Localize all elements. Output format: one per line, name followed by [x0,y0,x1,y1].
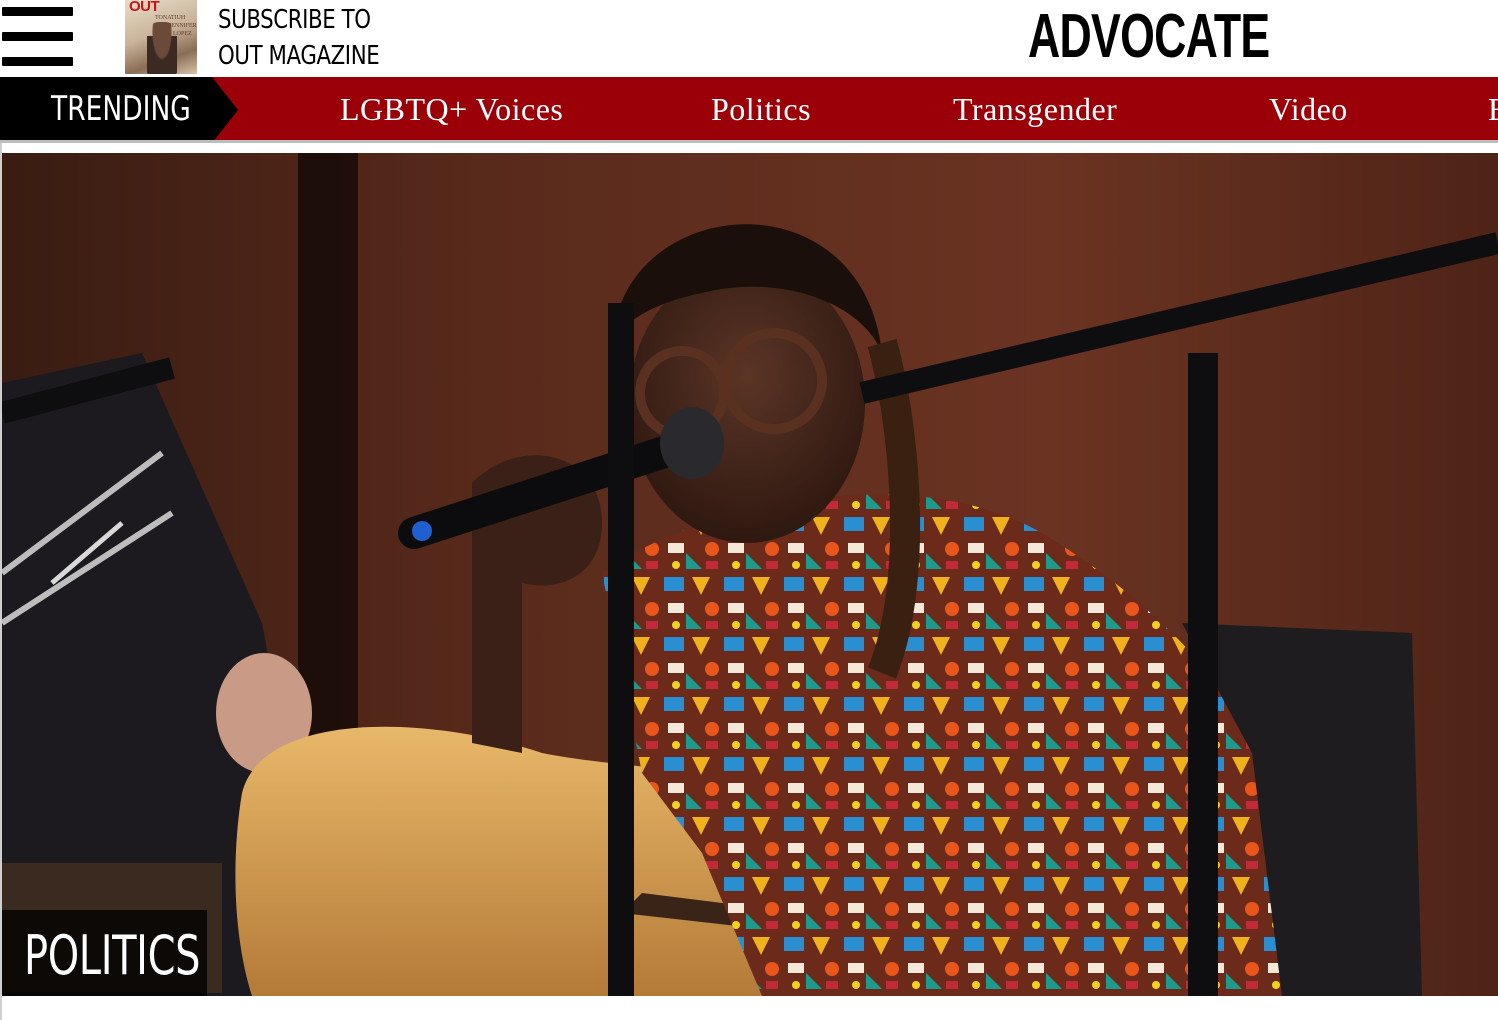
main-nav: TRENDING LGBTQ+ Voices Politics Transgen… [0,77,1498,143]
trending-tag: TRENDING [0,77,238,140]
site-header: OUT TONATIUH JENNIFER LOPEZ SUBSCRIBE TO… [0,0,1498,77]
cover-line: LOPEZ [173,31,192,37]
trending-label: TRENDING [51,89,191,129]
nav-item-politics[interactable]: Politics [711,90,811,128]
subscribe-line: SUBSCRIBE TO [218,5,371,35]
magazine-cover-thumbnail[interactable]: OUT TONATIUH JENNIFER LOPEZ [125,0,197,74]
cover-logo: OUT [129,0,160,15]
menu-bar [2,57,73,66]
cover-line: JENNIFER [169,23,197,29]
hero-photo-illustration [2,153,1498,996]
nav-item-transgender[interactable]: Transgender [953,90,1117,128]
category-badge[interactable]: POLITICS [2,910,207,996]
hamburger-menu-icon[interactable] [2,7,74,67]
nav-item-lgbtq-voices[interactable]: LGBTQ+ Voices [340,90,563,128]
subscribe-line: OUT MAGAZINE [218,41,380,71]
category-label: POLITICS [24,924,201,987]
hero-image[interactable]: POLITICS [2,153,1498,996]
nav-item-video[interactable]: Video [1269,90,1348,128]
cover-line: TONATIUH [155,15,186,21]
menu-bar [2,32,73,41]
nav-item-overflow[interactable]: E [1488,90,1498,128]
subscribe-link[interactable]: SUBSCRIBE TO OUT MAGAZINE [218,2,380,74]
menu-bar [2,7,73,16]
site-logo[interactable]: ADVOCATE [1028,4,1270,70]
